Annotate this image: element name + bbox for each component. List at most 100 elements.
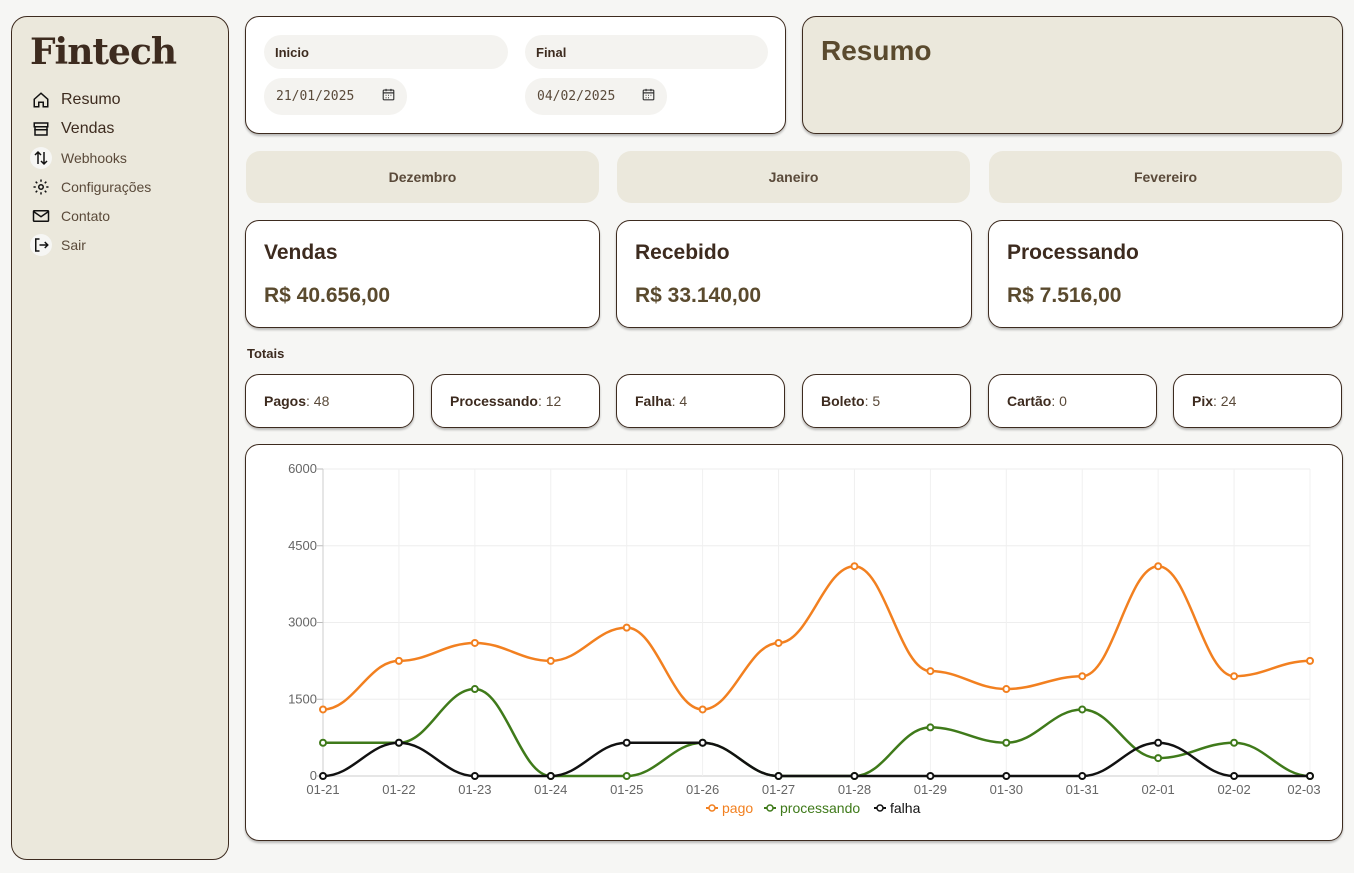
data-point-processando xyxy=(470,685,479,694)
total-pill-pagos: Pagos: 48 xyxy=(245,374,414,428)
month-button-dezembro[interactable]: Dezembro xyxy=(246,151,599,203)
app-logo: Fintech xyxy=(30,31,177,73)
stat-title: Recebido xyxy=(635,241,730,264)
sidebar-item-contato[interactable]: Contato xyxy=(30,201,210,230)
legend-marker-pago xyxy=(708,804,716,812)
start-date-input[interactable]: 21/01/2025 xyxy=(264,78,407,115)
total-value: : 0 xyxy=(1051,393,1067,409)
total-label: Pagos xyxy=(264,393,307,409)
sidebar-item-sair[interactable]: Sair xyxy=(30,230,210,259)
sidebar-item-label: Resumo xyxy=(61,90,121,108)
total-value: : 12 xyxy=(537,393,562,409)
arrows-up-down-icon xyxy=(30,146,52,169)
data-point-falha xyxy=(1154,738,1163,747)
home-icon xyxy=(30,89,52,111)
total-value: : 4 xyxy=(671,393,688,409)
data-point-falha xyxy=(546,772,555,780)
data-point-pago xyxy=(1078,672,1087,681)
sidebar-item-resumo[interactable]: Resumo xyxy=(30,85,210,114)
data-point-falha xyxy=(698,738,707,747)
legend-marker-processando xyxy=(766,804,774,812)
data-point-pago xyxy=(1306,656,1314,665)
total-pill-boleto: Boleto: 5 xyxy=(802,374,971,428)
total-pill-cartao: Cartão: 0 xyxy=(988,374,1157,428)
x-tick-label: 01-29 xyxy=(914,782,947,797)
total-pill-falha: Falha: 4 xyxy=(616,374,785,428)
x-tick-label: 01-31 xyxy=(1066,782,1099,797)
total-pill-processando: Processando: 12 xyxy=(431,374,600,428)
legend-label-pago: pago xyxy=(722,800,753,816)
start-date-label: Inicio xyxy=(264,35,508,69)
data-point-pago xyxy=(470,638,479,647)
data-point-falha xyxy=(774,772,783,780)
x-tick-label: 01-23 xyxy=(458,782,491,797)
calendar-icon[interactable] xyxy=(642,88,655,105)
data-point-pago xyxy=(850,562,859,571)
x-tick-label: 02-01 xyxy=(1142,782,1175,797)
y-tick-label: 0 xyxy=(310,768,317,783)
data-point-pago xyxy=(1154,562,1163,571)
line-chart: 0 1500 3000 4500 6000 01-21 01-22 01-23 01-24 01-… xyxy=(288,461,1321,816)
total-label: Boleto xyxy=(821,393,865,409)
total-label: Pix xyxy=(1192,393,1214,409)
data-point-falha xyxy=(1230,772,1239,780)
end-date-value: 04/02/2025 xyxy=(537,89,616,104)
total-label: Cartão xyxy=(1007,393,1052,409)
data-point-pago xyxy=(698,705,707,714)
data-point-processando xyxy=(926,723,935,732)
data-point-falha xyxy=(622,738,631,747)
y-tick-label: 6000 xyxy=(288,461,317,476)
sidebar-item-label: Vendas xyxy=(61,119,115,137)
x-tick-label: 01-27 xyxy=(762,782,795,797)
stat-title: Vendas xyxy=(264,241,338,264)
stat-value: R$ 33.140,00 xyxy=(635,284,762,307)
month-button-janeiro[interactable]: Janeiro xyxy=(617,151,970,203)
data-point-pago xyxy=(319,705,327,714)
start-date-value: 21/01/2025 xyxy=(276,89,355,104)
series-line-falha xyxy=(322,741,1310,778)
total-value: : 5 xyxy=(864,393,881,409)
gear-icon xyxy=(30,176,52,198)
chart-card: 0 1500 3000 4500 6000 01-21 01-22 01-23 01-24 01-… xyxy=(245,444,1343,841)
x-tick-label: 01-26 xyxy=(686,782,719,797)
logout-icon xyxy=(30,233,52,256)
stat-card-processando: Processando R$ 7.516,00 xyxy=(988,220,1343,328)
data-point-processando xyxy=(1154,754,1163,763)
date-filter-card: Inicio 21/01/2025 Final 04/02/2025 xyxy=(245,16,786,134)
sidebar-item-label: Sair xyxy=(61,236,86,253)
calendar-icon[interactable] xyxy=(382,88,395,105)
month-button-fevereiro[interactable]: Fevereiro xyxy=(989,151,1342,203)
data-point-falha xyxy=(1078,772,1087,780)
x-tick-label: 02-02 xyxy=(1217,782,1250,797)
sidebar-item-label: Contato xyxy=(61,207,111,224)
legend-label-processando: processando xyxy=(780,800,860,816)
store-icon xyxy=(30,118,52,140)
total-value: : 48 xyxy=(306,393,330,409)
data-point-pago xyxy=(774,638,783,647)
legend-label-falha: falha xyxy=(890,800,921,816)
sidebar-item-configuracoes[interactable]: Configurações xyxy=(30,172,210,201)
y-tick-label: 4500 xyxy=(288,538,317,553)
sidebar-item-vendas[interactable]: Vendas xyxy=(30,114,210,143)
x-tick-label: 01-30 xyxy=(990,782,1023,797)
sidebar-item-label: Webhooks xyxy=(61,149,127,166)
data-point-processando xyxy=(1230,738,1239,747)
data-point-pago xyxy=(1230,672,1239,681)
end-date-input[interactable]: 04/02/2025 xyxy=(525,78,667,115)
data-point-falha xyxy=(926,772,935,780)
data-point-pago xyxy=(926,667,935,676)
data-point-processando xyxy=(1078,705,1087,714)
x-tick-label: 01-21 xyxy=(306,782,339,797)
total-pill-pix: Pix: 24 xyxy=(1173,374,1342,428)
sidebar-item-webhooks[interactable]: Webhooks xyxy=(30,143,210,172)
x-tick-label: 02-03 xyxy=(1287,782,1320,797)
stat-value: R$ 40.656,00 xyxy=(264,284,391,307)
x-tick-label: 01-24 xyxy=(534,782,567,797)
x-tick-label: 01-25 xyxy=(610,782,643,797)
total-value: : 24 xyxy=(1213,393,1237,409)
data-point-processando xyxy=(319,738,327,747)
stat-title: Processando xyxy=(1007,241,1139,264)
data-point-falha xyxy=(470,772,479,780)
data-point-pago xyxy=(546,656,555,665)
page-title: Resumo xyxy=(821,35,932,66)
